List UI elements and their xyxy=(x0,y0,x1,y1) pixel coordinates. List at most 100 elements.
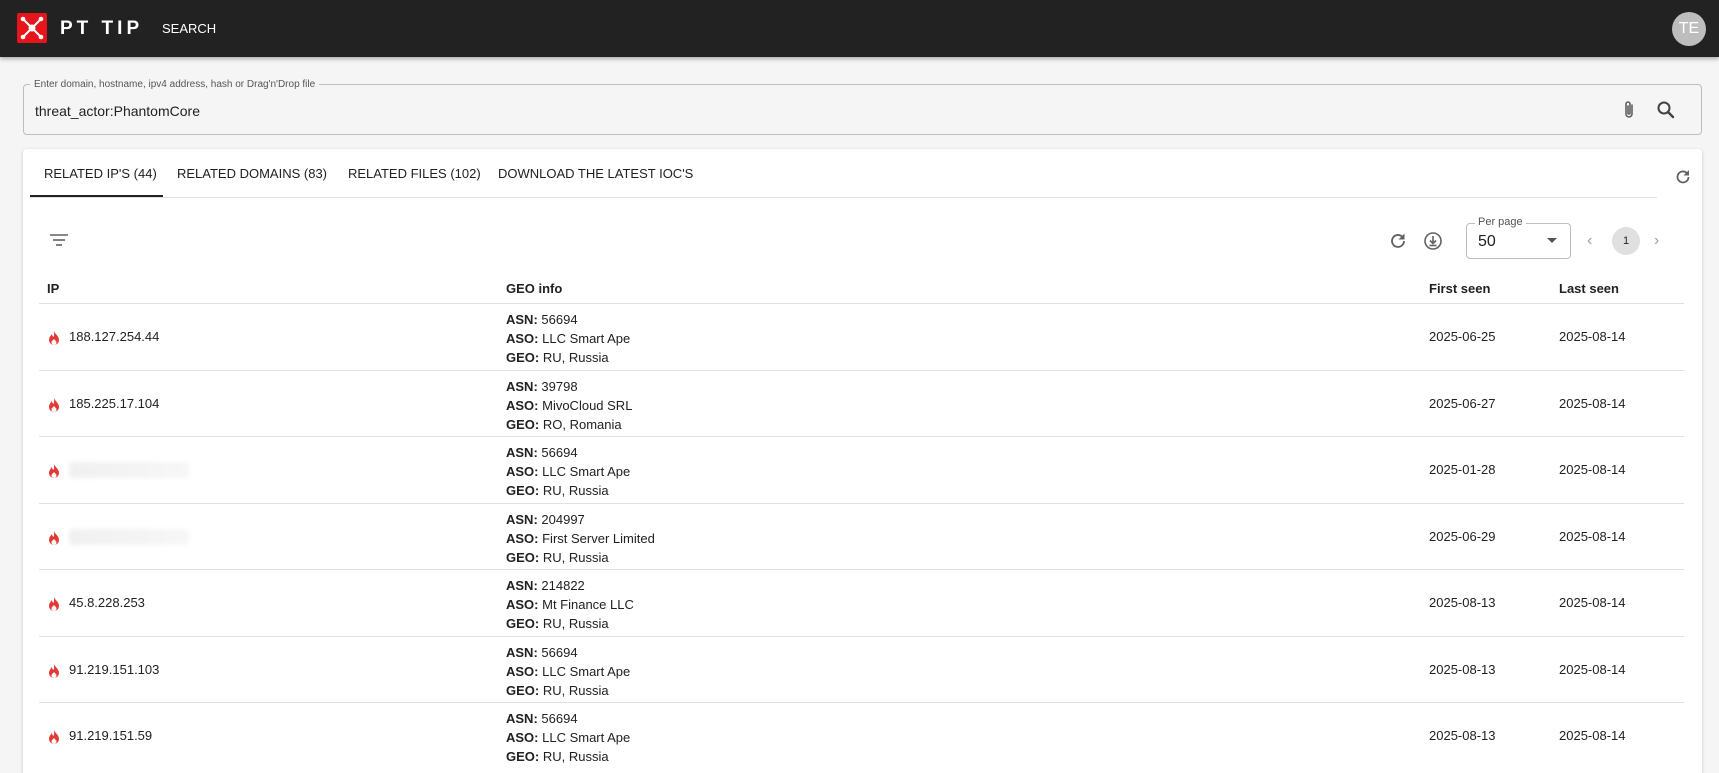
asn-value: 56694 xyxy=(537,312,578,327)
fire-icon xyxy=(47,729,61,745)
last-seen-date: 2025-08-14 xyxy=(1559,329,1626,344)
geo-info: ASN: 39798 ASO: MivoCloud SRL GEO: RO, Rom… xyxy=(506,377,632,434)
aso-key-label: ASO: xyxy=(506,530,539,546)
brand-title[interactable]: PT TIP xyxy=(60,18,143,40)
ip-address[interactable]: 185.225.17.104 xyxy=(69,396,159,412)
last-seen-date: 2025-08-14 xyxy=(1559,728,1626,743)
aso-value: LLC Smart Ape xyxy=(538,730,631,745)
tab-related-ips[interactable]: RELATED IP'S (44) xyxy=(44,166,157,182)
column-header-ip: IP xyxy=(47,281,60,296)
aso-value: LLC Smart Ape xyxy=(538,663,631,679)
first-seen-date: 2025-08-13 xyxy=(1429,661,1496,677)
asn-value: 56694 xyxy=(537,445,578,460)
user-avatar[interactable]: TE xyxy=(1672,12,1706,46)
ip-address[interactable] xyxy=(69,462,189,478)
ip-address[interactable]: 91.219.151.103 xyxy=(69,662,159,678)
geo-key-label: GEO: xyxy=(506,749,540,764)
aso-value: Mt Finance LLC xyxy=(538,597,634,612)
geo-value: RU, Russia xyxy=(539,549,609,565)
fire-icon xyxy=(47,463,61,479)
refresh-icon[interactable] xyxy=(1673,167,1693,187)
first-seen-date: 2025-06-27 xyxy=(1429,395,1496,411)
first-seen-date: 2025-01-28 xyxy=(1429,462,1496,477)
column-header-first-seen: First seen xyxy=(1429,281,1491,296)
per-page-label: Per page xyxy=(1475,216,1526,229)
table-row[interactable]: 185.225.17.104 ASN: 39798 ASO: MivoCloud S… xyxy=(39,369,1684,437)
first-seen-date: 2025-08-13 xyxy=(1429,595,1496,610)
geo-value: RU, Russia xyxy=(539,682,609,698)
asn-key-label: ASN: xyxy=(506,644,538,660)
aso-key-label: ASO: xyxy=(506,397,539,413)
aso-key-label: ASO: xyxy=(506,663,539,679)
table-row[interactable]: 91.219.151.103 ASN: 56694 ASO: LLC Smart A… xyxy=(39,635,1684,703)
fire-icon xyxy=(47,596,61,612)
column-header-geo: GEO info xyxy=(506,281,563,296)
aso-value: LLC Smart Ape xyxy=(538,331,631,346)
pt-logo-icon[interactable] xyxy=(17,13,47,43)
asn-key-label: ASN: xyxy=(506,312,538,327)
column-header-last-seen: Last seen xyxy=(1559,281,1619,296)
first-seen-date: 2025-06-25 xyxy=(1429,329,1496,344)
ip-address[interactable]: 45.8.228.253 xyxy=(69,595,145,611)
search-icon[interactable] xyxy=(1655,99,1677,121)
asn-value: 214822 xyxy=(537,578,585,593)
aso-key-label: ASO: xyxy=(506,464,539,479)
geo-info: ASN: 56694 ASO: LLC Smart Ape GEO: RU, Rus… xyxy=(506,709,630,766)
attach-file-icon[interactable] xyxy=(1619,99,1639,121)
fire-icon xyxy=(47,397,61,413)
table-row[interactable]: 188.127.254.44 ASN: 56694 ASO: LLC Smart A… xyxy=(39,303,1684,370)
table-refresh-icon[interactable] xyxy=(1387,230,1409,252)
search-input-value[interactable]: threat_actor:PhantomCore xyxy=(35,102,200,120)
asn-key-label: ASN: xyxy=(506,511,538,527)
asn-value: 204997 xyxy=(537,511,585,527)
tabs-divider xyxy=(30,197,1657,198)
fire-icon xyxy=(47,663,61,679)
geo-key-label: GEO: xyxy=(506,682,540,698)
geo-key-label: GEO: xyxy=(506,616,540,631)
last-seen-date: 2025-08-14 xyxy=(1559,395,1626,411)
asn-key-label: ASN: xyxy=(506,711,538,726)
last-seen-date: 2025-08-14 xyxy=(1559,661,1626,677)
asn-key-label: ASN: xyxy=(506,578,538,593)
asn-value: 39798 xyxy=(537,378,578,394)
asn-value: 56694 xyxy=(537,644,578,660)
ip-address[interactable] xyxy=(69,528,189,545)
tab-download-iocs[interactable]: DOWNLOAD THE LATEST IOC'S xyxy=(498,166,693,182)
tab-related-domains[interactable]: RELATED DOMAINS (83) xyxy=(177,166,327,182)
tab-related-files[interactable]: RELATED FILES (102) xyxy=(348,166,481,182)
search-input-label: Enter domain, hostname, ipv4 address, ha… xyxy=(30,79,320,91)
geo-info: ASN: 204997 ASO: First Server Limited GEO:… xyxy=(506,510,655,567)
filter-icon[interactable] xyxy=(48,231,70,249)
per-page-value[interactable]: 50 xyxy=(1478,233,1496,251)
geo-value: RU, Russia xyxy=(539,483,609,498)
ip-address[interactable]: 91.219.151.59 xyxy=(69,728,152,744)
aso-value: MivoCloud SRL xyxy=(538,397,633,413)
fire-icon xyxy=(47,530,61,546)
table-row[interactable]: 45.8.228.253 ASN: 214822 ASO: Mt Finance L… xyxy=(39,569,1684,636)
aso-value: LLC Smart Ape xyxy=(538,464,631,479)
search-input[interactable] xyxy=(23,84,1702,135)
last-seen-date: 2025-08-14 xyxy=(1559,528,1626,544)
last-seen-date: 2025-08-14 xyxy=(1559,462,1626,477)
geo-value: RO, Romania xyxy=(539,416,622,432)
asn-key-label: ASN: xyxy=(506,378,538,394)
fire-icon xyxy=(47,330,61,346)
nav-search-link[interactable]: SEARCH xyxy=(162,21,216,37)
table-row[interactable]: ASN: 204997 ASO: First Server Limited GEO:… xyxy=(39,502,1684,570)
table-row[interactable]: 91.219.151.59 ASN: 56694 ASO: LLC Smart Ap… xyxy=(39,702,1684,769)
geo-key-label: GEO: xyxy=(506,483,540,498)
ip-address[interactable]: 188.127.254.44 xyxy=(69,329,159,345)
top-app-bar: PT TIP SEARCH TE xyxy=(0,0,1719,57)
geo-info: ASN: 56694 ASO: LLC Smart Ape GEO: RU, Rus… xyxy=(506,443,630,500)
chevron-right-icon[interactable]: › xyxy=(1654,231,1668,251)
geo-info: ASN: 56694 ASO: LLC Smart Ape GEO: RU, Rus… xyxy=(506,643,630,700)
table-row[interactable]: ASN: 56694 ASO: LLC Smart Ape GEO: RU, Rus… xyxy=(39,436,1684,503)
caret-down-icon[interactable] xyxy=(1547,238,1557,243)
aso-key-label: ASO: xyxy=(506,730,539,745)
download-icon[interactable] xyxy=(1422,230,1444,252)
geo-key-label: GEO: xyxy=(506,416,540,432)
aso-value: First Server Limited xyxy=(538,530,655,546)
geo-info: ASN: 56694 ASO: LLC Smart Ape GEO: RU, Rus… xyxy=(506,310,630,367)
chevron-left-icon[interactable]: ‹ xyxy=(1587,231,1601,251)
page-number-button[interactable]: 1 xyxy=(1612,227,1640,255)
